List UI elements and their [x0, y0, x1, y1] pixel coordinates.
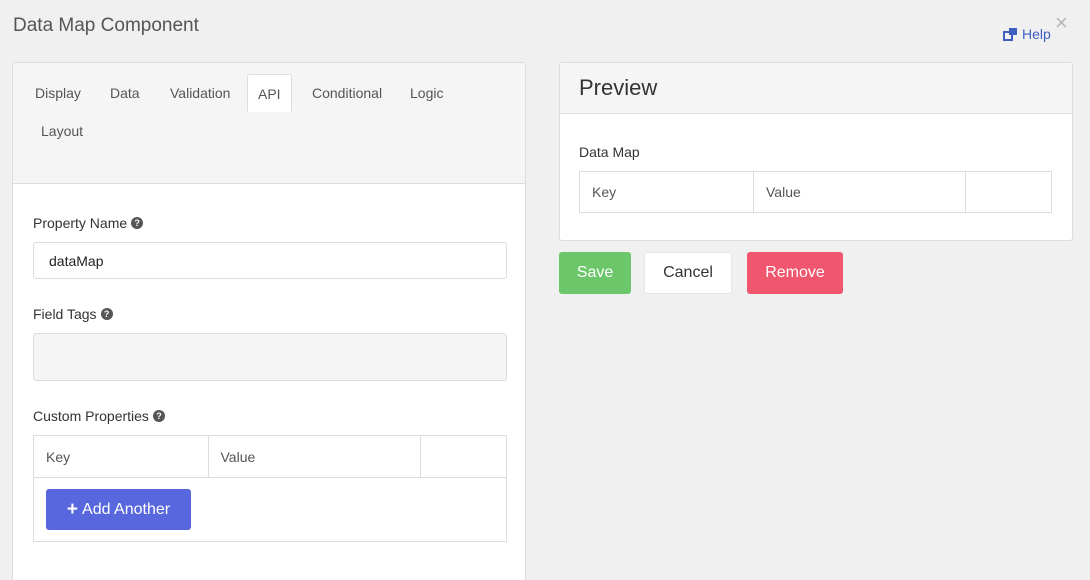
property-name-label: Property Name ?	[33, 215, 143, 231]
tab-conditional[interactable]: Conditional	[302, 74, 392, 112]
remove-button[interactable]: Remove	[747, 252, 843, 294]
add-another-button[interactable]: + Add Another	[46, 489, 191, 530]
field-tags-input[interactable]	[33, 333, 507, 381]
close-icon[interactable]: ×	[1055, 12, 1068, 34]
question-circle-icon[interactable]: ?	[131, 217, 143, 229]
cancel-button[interactable]: Cancel	[644, 252, 732, 294]
tab-validation[interactable]: Validation	[160, 74, 240, 112]
save-button[interactable]: Save	[559, 252, 631, 294]
column-header-actions	[420, 436, 506, 478]
column-header-value: Value	[208, 436, 420, 478]
custom-properties-header: Key Value	[34, 436, 506, 478]
preview-title: Preview	[560, 63, 1072, 114]
help-label: Help	[1022, 26, 1051, 42]
preview-column-key: Key	[580, 172, 754, 213]
external-link-icon	[1003, 27, 1019, 41]
dialog-title: Data Map Component	[13, 15, 199, 37]
tab-display[interactable]: Display	[25, 74, 91, 112]
tab-logic[interactable]: Logic	[400, 74, 453, 112]
property-name-input[interactable]	[33, 242, 507, 279]
help-link[interactable]: Help	[1003, 26, 1051, 42]
tab-data[interactable]: Data	[100, 74, 150, 112]
column-header-key: Key	[34, 436, 208, 478]
custom-properties-table: Key Value + Add Another	[33, 435, 507, 542]
tab-api[interactable]: API	[247, 74, 292, 112]
tab-bar: Display Data Validation API Conditional …	[13, 63, 525, 184]
edit-panel: Display Data Validation API Conditional …	[12, 62, 526, 580]
preview-column-actions	[966, 172, 1052, 213]
preview-column-value: Value	[754, 172, 966, 213]
question-circle-icon[interactable]: ?	[153, 410, 165, 422]
question-circle-icon[interactable]: ?	[101, 308, 113, 320]
plus-icon: +	[67, 502, 78, 518]
preview-panel: Preview Data Map Key Value	[559, 62, 1073, 241]
tab-layout[interactable]: Layout	[31, 112, 93, 150]
preview-data-map-table: Key Value	[579, 171, 1052, 213]
field-tags-label: Field Tags ?	[33, 306, 113, 322]
custom-properties-label: Custom Properties ?	[33, 408, 165, 424]
preview-field-label: Data Map	[579, 144, 640, 160]
